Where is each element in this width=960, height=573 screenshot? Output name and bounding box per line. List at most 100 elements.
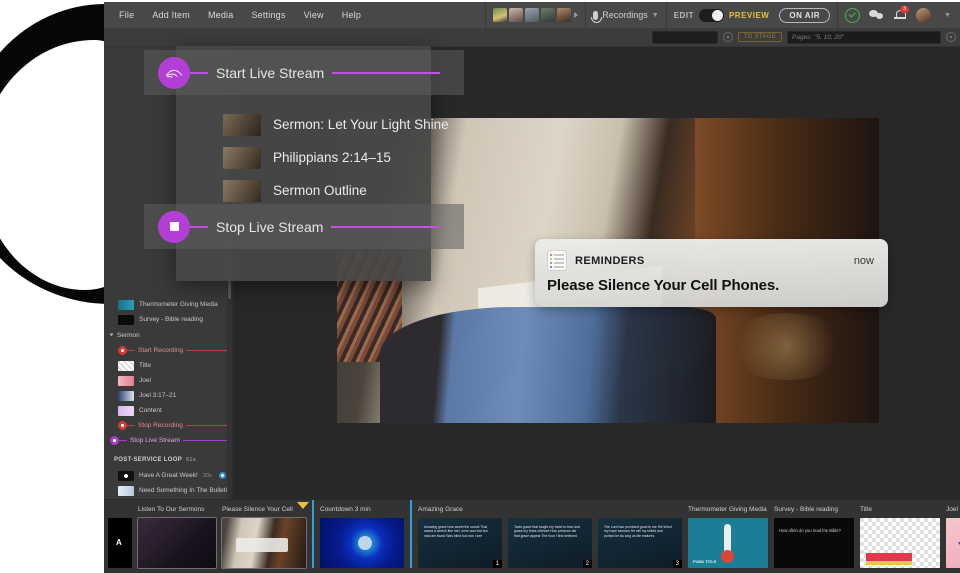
chevron-down-icon: ▼ [651, 11, 659, 19]
menu-item-help[interactable]: Help [333, 6, 370, 24]
item-thumbnail [223, 179, 261, 202]
filmstrip-slot[interactable]: Countdown 3 min [312, 500, 410, 568]
title-accent-graphic [866, 561, 912, 565]
pages-input[interactable]: Pages: "5, 10, 20" [787, 30, 941, 44]
slide-thumbnail[interactable] [320, 518, 404, 568]
filmstrip-slot[interactable]: Twas grace that taught my heart to fear … [508, 500, 598, 568]
slide-thumbnail[interactable]: FUND TITLE [688, 518, 768, 568]
microphone-icon [591, 10, 603, 23]
slide-thumbnail[interactable]: How often do you read the Bible? [774, 518, 854, 568]
list-item[interactable]: Joel 3:17–21 [104, 388, 232, 403]
group-label: POST-SERVICE LOOP [114, 457, 183, 463]
toolbar-option-icon[interactable] [722, 32, 733, 42]
list-item-label: Joel 3:17–21 [139, 392, 177, 399]
filmstrip-slot[interactable]: Survey - Bible reading How often do you … [774, 500, 860, 568]
avatar-strip[interactable] [485, 2, 585, 28]
list-item[interactable]: Have A Great Week! 30s [104, 468, 232, 483]
slide-letter: A [116, 538, 122, 547]
chat-icon[interactable] [869, 9, 884, 21]
mode-switch[interactable] [698, 8, 724, 22]
chevron-down-icon[interactable] [109, 333, 114, 337]
overlay-item[interactable]: Sermon Outline [176, 174, 431, 207]
bell-icon[interactable]: 3 [893, 6, 910, 22]
notification-app-name: REMINDERS [575, 254, 645, 267]
filmstrip-slot[interactable]: A [104, 500, 138, 568]
slide-caption [508, 506, 592, 515]
filmstrip-slot[interactable]: The Lord has promised good to me His Wor… [598, 500, 688, 568]
menu-item-settings[interactable]: Settings [242, 6, 294, 24]
start-live-stream-row[interactable]: Start Live Stream [144, 50, 464, 95]
list-item[interactable]: Survey - Bible reading [104, 312, 232, 327]
chevron-right-icon[interactable] [574, 12, 579, 18]
slide-lyrics: The Lord has promised good to me His Wor… [604, 525, 672, 538]
live-stream-overlay[interactable]: Start Live Stream Sermon: Let Your Light… [144, 46, 464, 281]
avatar[interactable] [541, 8, 556, 22]
overlay-item-label: Sermon: Let Your Light Shine [273, 117, 449, 132]
on-air-button[interactable]: ON AIR [779, 7, 831, 23]
slide-thumbnail[interactable]: Twas grace that taught my heart to fear … [508, 518, 592, 568]
recordings-dropdown[interactable]: Recordings ▼ [585, 2, 665, 28]
menu-bar-right: Recordings ▼ EDIT PREVIEW ON AIR 3 ▼ [485, 2, 958, 28]
slide-number: 1 [492, 560, 502, 568]
list-item[interactable]: Title [104, 358, 232, 373]
notification-time: now [853, 254, 874, 267]
list-item[interactable]: Need Something In The Bulletin 9s [104, 483, 232, 498]
list-item[interactable]: Content [104, 403, 232, 418]
slide-filmstrip[interactable]: A Listen To Our Sermons Please Silence Y… [104, 499, 960, 573]
group-header-post-service-loop[interactable]: POST-SERVICE LOOP 51s [104, 452, 232, 468]
avatar[interactable] [525, 8, 540, 22]
cue-line [182, 440, 232, 441]
stop-live-stream-label: Stop Live Stream [216, 218, 324, 235]
check-circle-icon[interactable] [845, 7, 861, 23]
toolbar-field[interactable] [651, 30, 718, 44]
user-avatar[interactable] [916, 7, 932, 23]
slide-thumbnail[interactable] [860, 518, 940, 568]
filmstrip-slot[interactable]: Please Silence Your Cell [221, 500, 312, 569]
slide-number: 2 [582, 560, 592, 568]
filmstrip-slot[interactable]: Joel JOEL [946, 500, 960, 568]
avatar[interactable] [557, 8, 572, 22]
broadcast-icon [165, 66, 183, 83]
filmstrip-slot[interactable]: Amazing Grace Amazing grace how sweet th… [410, 500, 508, 568]
filmstrip-slot[interactable]: Title [860, 500, 946, 568]
overlay-item[interactable]: Sermon: Let Your Light Shine [176, 108, 449, 141]
edit-preview-toggle[interactable]: EDIT PREVIEW [674, 8, 770, 22]
menu-item-view[interactable]: View [295, 6, 333, 24]
thermometer-bulb-icon [721, 550, 734, 563]
record-icon [118, 346, 127, 355]
avatar[interactable] [509, 8, 524, 22]
group-header-sermon[interactable]: Sermon [104, 327, 232, 343]
cue-start-recording[interactable]: Start Recording [104, 343, 232, 358]
slide-caption: Countdown 3 min [320, 506, 371, 513]
filmstrip-slot[interactable]: Thermometer Giving Media FUND TITLE [688, 500, 774, 568]
notification-preview [236, 538, 288, 552]
pages-placeholder: Pages: "5, 10, 20" [792, 33, 844, 41]
slide-thumbnail[interactable]: The Lord has promised good to me His Wor… [598, 518, 682, 568]
menu-bar: File Add Item Media Settings View Help R… [104, 2, 960, 28]
filmstrip-slot[interactable]: Listen To Our Sermons [137, 500, 222, 569]
cue-stop-recording[interactable]: Stop Recording [104, 418, 232, 433]
cue-stop-live-stream[interactable]: Stop Live Stream [104, 433, 232, 448]
slide-thumbnail[interactable]: JOEL [946, 518, 960, 568]
stop-stream-icon [110, 436, 119, 445]
menu-items: File Add Item Media Settings View Help [104, 6, 370, 24]
menu-item-media[interactable]: Media [199, 6, 243, 24]
to-stage-button[interactable]: TO STAGE [737, 32, 782, 42]
menu-item-file[interactable]: File [110, 6, 143, 24]
toolbar-option-icon[interactable] [946, 32, 956, 42]
slide-thumbnail[interactable] [137, 517, 217, 569]
list-item[interactable]: Thermometer Giving Media [104, 297, 232, 312]
menu-item-add-item[interactable]: Add Item [143, 6, 199, 24]
list-item[interactable]: Joel [104, 373, 232, 388]
slide-thumbnail[interactable]: Amazing grace how sweet the sound That s… [418, 518, 502, 568]
stop-live-stream-row[interactable]: Stop Live Stream [144, 204, 464, 249]
chevron-down-icon[interactable]: ▼ [944, 12, 951, 19]
item-thumbnail [118, 405, 134, 416]
cue-label: Stop Recording [138, 422, 183, 429]
cue-line [331, 225, 440, 228]
slide-thumbnail[interactable] [221, 517, 307, 569]
overlay-item[interactable]: Philippians 2:14–15 [176, 141, 431, 174]
notification-header: REMINDERS now [535, 239, 888, 271]
slide-thumbnail[interactable]: A [108, 518, 132, 568]
avatar[interactable] [493, 8, 508, 22]
